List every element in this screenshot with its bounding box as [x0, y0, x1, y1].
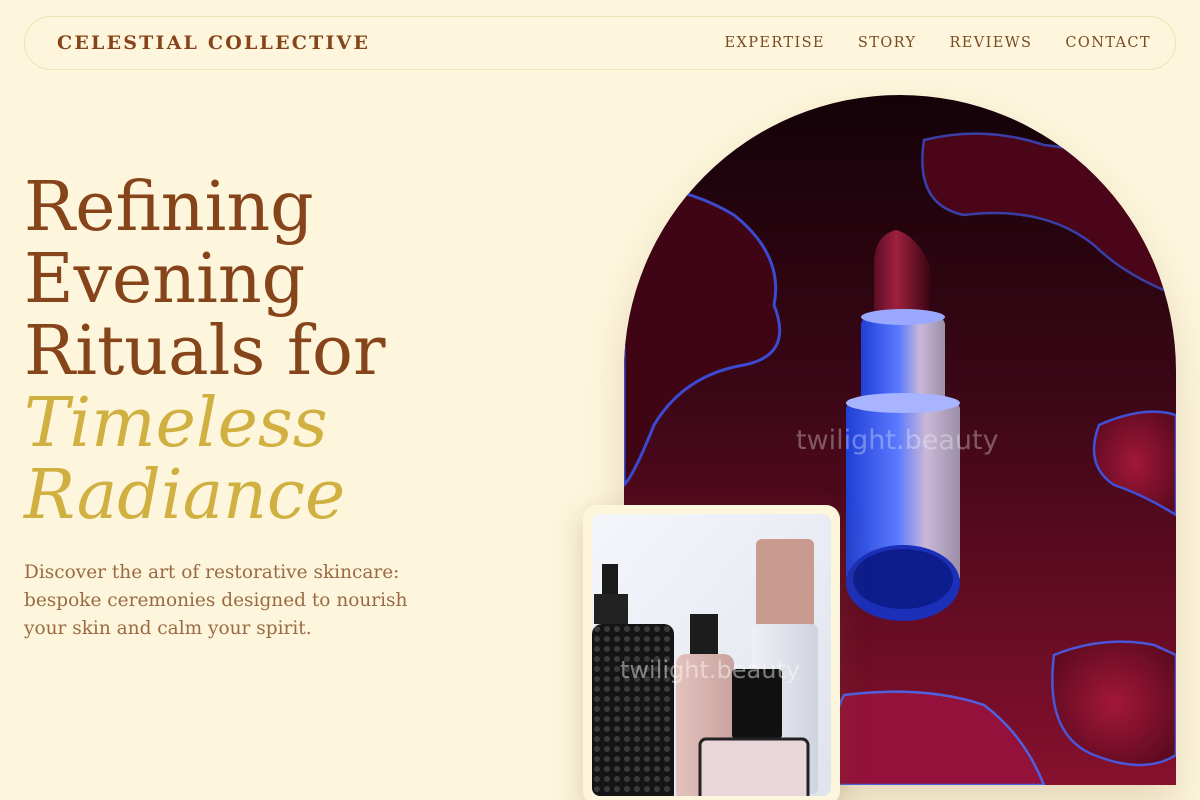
nav-links: EXPERTISE STORY REVIEWS CONTACT — [724, 35, 1151, 51]
product-card: twilight.beauty — [583, 505, 840, 800]
perfume-photo — [592, 514, 831, 796]
hero-description: Discover the art of restorative skincare… — [24, 562, 408, 639]
nav-link-story[interactable]: STORY — [858, 35, 917, 51]
hero-title-accent-1: Timeless — [24, 384, 328, 463]
brand-logo[interactable]: CELESTIAL COLLECTIVE — [57, 32, 370, 54]
nav-link-contact[interactable]: CONTACT — [1065, 35, 1151, 51]
nav-link-expertise[interactable]: EXPERTISE — [724, 35, 824, 51]
perfume-bottles-image: twilight.beauty — [592, 514, 831, 796]
hero-title-line-3: Rituals for — [24, 312, 386, 391]
hero-title-accent-2: Radiance — [24, 456, 346, 535]
nav-link-reviews[interactable]: REVIEWS — [949, 35, 1032, 51]
top-navbar: CELESTIAL COLLECTIVE EXPERTISE STORY REV… — [24, 16, 1176, 70]
hero-title-line-2: Evening — [24, 240, 306, 319]
hero-title: Refining Evening Rituals for Timeless Ra… — [24, 172, 385, 532]
hero-title-line-1: Refining — [24, 168, 314, 247]
